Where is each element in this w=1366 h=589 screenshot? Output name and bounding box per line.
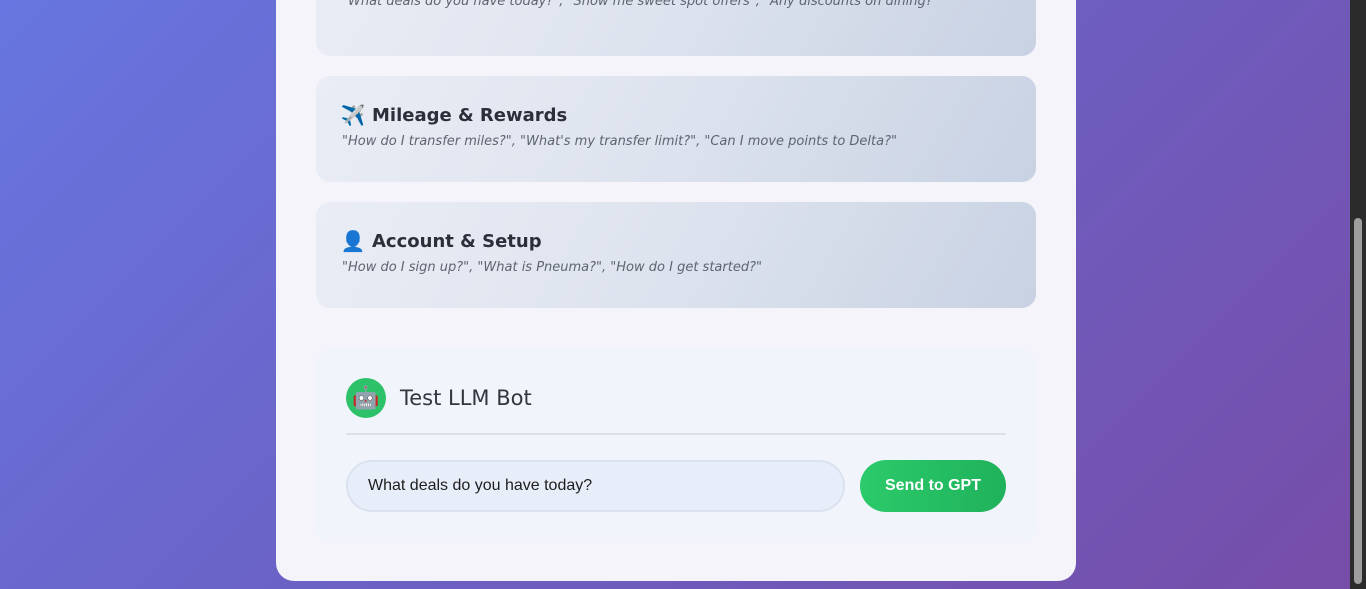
airplane-icon: ✈️ [340, 103, 366, 127]
divider [346, 433, 1006, 435]
person-icon: 👤 [340, 229, 366, 253]
category-card-mileage[interactable]: ✈️ Mileage & Rewards "How do I transfer … [316, 76, 1036, 182]
bot-header: 🤖 Test LLM Bot [346, 378, 1006, 418]
category-title: Mileage & Rewards [372, 104, 568, 126]
category-title-row: ✈️ Mileage & Rewards [340, 102, 1010, 128]
main-panel: "What deals do you have today?", "Show m… [276, 0, 1076, 581]
scrollbar-thumb[interactable] [1354, 218, 1362, 584]
category-card-account[interactable]: 👤 Account & Setup "How do I sign up?", "… [316, 202, 1036, 308]
category-title-row: 👤 Account & Setup [340, 228, 1010, 254]
send-to-gpt-button[interactable]: Send to GPT [860, 460, 1006, 512]
test-bot-section: 🤖 Test LLM Bot Send to GPT [316, 348, 1036, 542]
category-examples: "How do I sign up?", "What is Pneuma?", … [342, 260, 762, 275]
chat-input[interactable] [346, 460, 845, 512]
category-examples: "What deals do you have today?", "Show m… [342, 0, 939, 9]
chat-input-row: Send to GPT [346, 460, 1006, 512]
category-card-deals[interactable]: "What deals do you have today?", "Show m… [316, 0, 1036, 56]
robot-icon: 🤖 [346, 378, 386, 418]
category-examples: "How do I transfer miles?", "What's my t… [342, 134, 897, 149]
page-scrollbar[interactable] [1350, 0, 1366, 589]
bot-title: Test LLM Bot [400, 386, 532, 410]
category-title: Account & Setup [372, 230, 542, 252]
